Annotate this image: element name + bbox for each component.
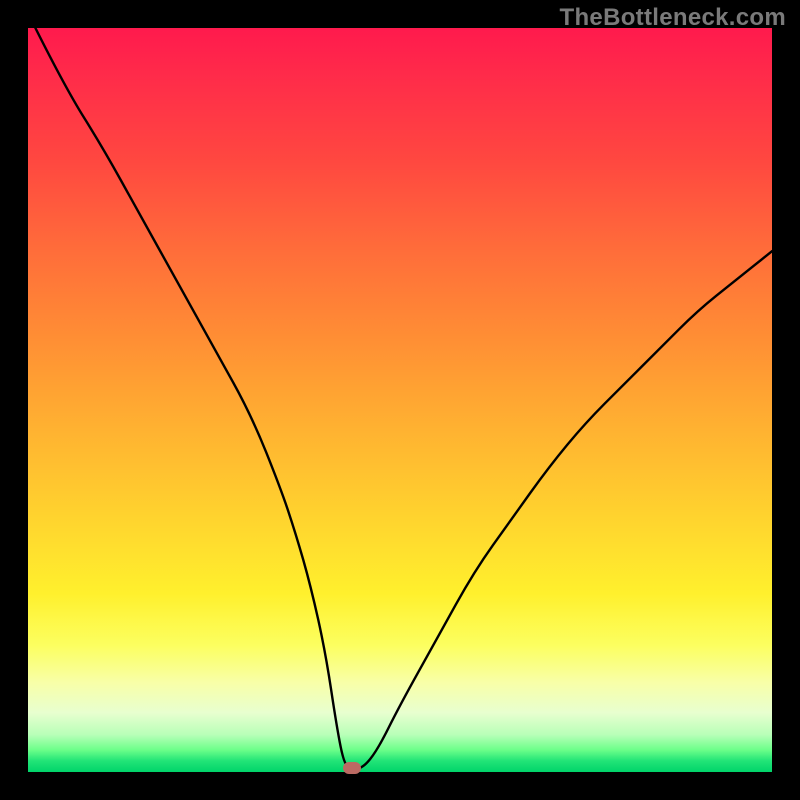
optimal-marker <box>343 762 361 774</box>
chart-container: TheBottleneck.com <box>0 0 800 800</box>
plot-area <box>28 28 772 772</box>
watermark-text: TheBottleneck.com <box>560 4 786 32</box>
bottleneck-curve <box>28 28 772 772</box>
